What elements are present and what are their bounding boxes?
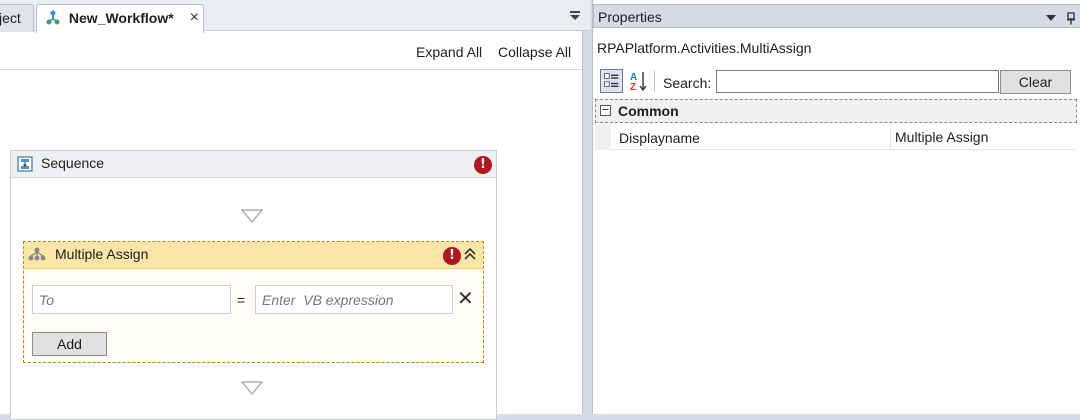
workflow-designer: ject New_Workflow* × Expand All Collapse…	[0, 0, 590, 420]
collapse-category-icon[interactable]: −	[600, 104, 611, 116]
tab-new-workflow-label: New_Workflow*	[68, 10, 174, 26]
pane-splitter[interactable]	[582, 31, 591, 414]
properties-panel: Properties RPAPlatform.Activities.MultiA…	[592, 0, 1080, 414]
panel-options-dropdown-icon[interactable]	[1044, 11, 1058, 25]
multiple-assign-title: Multiple Assign	[55, 246, 149, 262]
sort-alphabetical-icon[interactable]: A Z	[628, 69, 648, 93]
property-row-margin	[595, 124, 611, 150]
tab-new-workflow[interactable]: New_Workflow* ×	[36, 4, 204, 33]
property-name: Displayname	[619, 130, 700, 146]
sequence-header[interactable]: Sequence !	[11, 151, 496, 178]
sequence-error-icon[interactable]: !	[474, 156, 492, 174]
sequence-title: Sequence	[41, 155, 105, 171]
add-assignment-button[interactable]: Add	[32, 332, 107, 356]
sequence-activity[interactable]: Sequence ! Multiple Assign ! To = Enter …	[10, 150, 497, 420]
multiple-assign-header[interactable]: Multiple Assign !	[24, 242, 483, 269]
workflow-icon	[46, 10, 60, 25]
tab-projects[interactable]: ject	[0, 4, 34, 32]
property-search-input[interactable]	[716, 70, 999, 93]
sequence-icon	[17, 156, 33, 172]
equals-sign: =	[237, 292, 246, 308]
property-row-displayname[interactable]: Displayname Multiple Assign	[595, 124, 1075, 150]
multiple-assign-activity[interactable]: Multiple Assign ! = ✕ Add	[23, 241, 484, 363]
properties-title: Properties	[598, 9, 662, 25]
svg-text:Z: Z	[630, 82, 636, 93]
selected-activity-type: RPAPlatform.Activities.MultiAssign	[597, 40, 812, 56]
multiple-assign-body: = ✕ Add	[24, 270, 483, 362]
pin-icon[interactable]	[1064, 11, 1078, 25]
search-label: Search:	[663, 75, 712, 91]
property-column-divider	[890, 124, 891, 150]
clear-search-button[interactable]: Clear	[1000, 70, 1071, 94]
expand-all-link[interactable]: Expand All	[416, 44, 482, 60]
drop-target-arrow-icon[interactable]	[241, 209, 263, 223]
remove-assignment-icon[interactable]: ✕	[457, 286, 474, 311]
document-tabbar: ject New_Workflow* ×	[0, 0, 590, 33]
collapse-chevron-icon[interactable]	[462, 246, 478, 262]
category-label: Common	[618, 103, 679, 119]
canvas-toolbar: Expand All Collapse All	[0, 31, 582, 70]
property-category-common[interactable]: − Common	[595, 99, 1077, 123]
property-value[interactable]: Multiple Assign	[895, 129, 988, 145]
close-tab-icon[interactable]: ×	[190, 5, 199, 31]
categorized-view-icon[interactable]	[600, 69, 623, 93]
tab-list-dropdown-icon[interactable]	[568, 9, 582, 23]
vb-expression-input[interactable]	[255, 285, 453, 314]
tab-projects-label: ject	[0, 10, 21, 26]
multiple-assign-error-icon[interactable]: !	[443, 247, 461, 265]
multi-assign-icon	[28, 247, 46, 261]
drop-target-arrow-icon[interactable]	[241, 381, 263, 395]
toolbar-separator	[654, 70, 655, 92]
properties-title-bar: Properties	[593, 4, 1080, 28]
assign-to-input[interactable]	[32, 285, 231, 314]
collapse-all-link[interactable]: Collapse All	[498, 44, 571, 60]
